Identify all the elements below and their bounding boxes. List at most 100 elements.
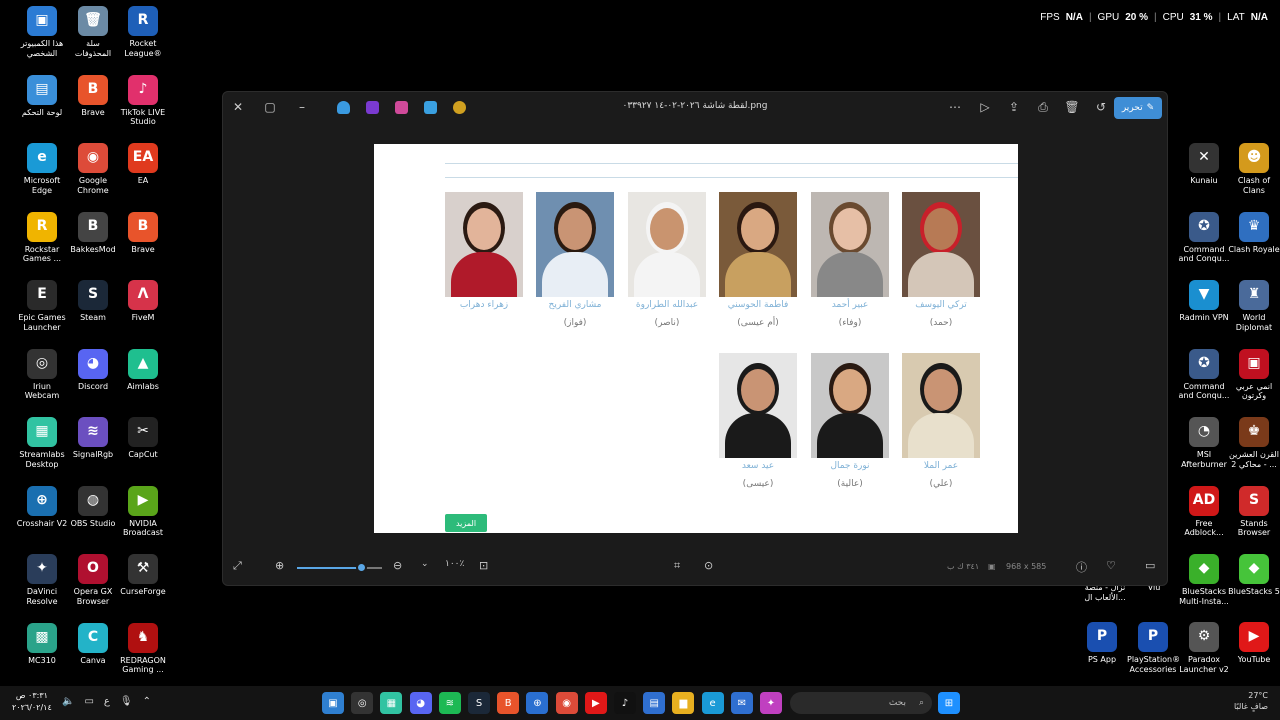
cast-card[interactable]: مشاري الفريح (فواز) xyxy=(536,192,614,328)
cast-photo[interactable] xyxy=(902,192,980,297)
cast-name[interactable]: فاطمة الحوسني xyxy=(719,300,797,310)
desktop-icon[interactable]: ◆ BlueStacks Multi-Insta... xyxy=(1178,554,1230,606)
favorite-button[interactable]: ♡ xyxy=(1106,559,1116,572)
desktop-icon[interactable]: ▩ MC310 xyxy=(16,622,68,666)
network-icon[interactable]: ▭ xyxy=(84,696,93,707)
zoom-level[interactable]: ١٠٠٪ xyxy=(445,559,464,569)
edit-button[interactable]: تحرير ✎ xyxy=(1114,97,1162,119)
cast-name[interactable]: عيد سعد xyxy=(719,461,797,471)
desktop-icon[interactable]: Λ FiveM xyxy=(117,280,169,323)
input-language[interactable]: ع xyxy=(104,696,110,707)
start-button[interactable]: ⊞ xyxy=(938,692,960,714)
desktop-icon[interactable]: ✂ CapCut xyxy=(117,417,169,460)
desktop-icon[interactable]: ♜ World Diplomat xyxy=(1228,280,1280,332)
taskbar-search[interactable]: بحث ⌕ xyxy=(790,692,932,714)
fit-screen-button[interactable]: ⊡ xyxy=(479,559,488,572)
cast-card[interactable]: عيد سعد (عيسى) xyxy=(719,353,797,489)
more-button[interactable]: المزيد xyxy=(445,514,487,532)
chevron-up-icon[interactable]: ⌃ xyxy=(143,696,151,707)
taskbar-app-store[interactable]: ▤ xyxy=(643,692,666,714)
desktop-icon[interactable]: ♪ TikTok LIVE Studio xyxy=(117,74,169,127)
cast-photo[interactable] xyxy=(902,353,980,458)
taskbar-app-discord[interactable]: ◕ xyxy=(409,692,432,714)
desktop-icon[interactable]: S Stands Browser xyxy=(1228,485,1280,538)
desktop-icon[interactable]: ▼ Radmin VPN xyxy=(1178,280,1230,323)
desktop-icon[interactable]: R Rockstar Games ... xyxy=(16,211,68,264)
cast-card[interactable]: عبير أحمد (وفاء) xyxy=(811,192,889,328)
cast-photo[interactable] xyxy=(445,192,523,297)
desktop-icon[interactable]: ▤ لوحة التحكم xyxy=(16,74,68,118)
desktop-icon[interactable]: ☻ Clash of Clans xyxy=(1228,143,1280,195)
desktop-icon[interactable]: ⚒ CurseForge xyxy=(117,554,169,597)
cast-name[interactable]: تركي اليوسف xyxy=(902,300,980,310)
zoom-dropdown[interactable]: ⌄ xyxy=(421,559,429,569)
desktop-icon[interactable]: C Canva xyxy=(67,622,119,666)
desktop-icon[interactable]: B Brave xyxy=(117,211,169,255)
weather-widget[interactable]: 27°C صافٍ غالبًا xyxy=(1234,690,1268,712)
desktop-icon[interactable]: ◍ OBS Studio xyxy=(67,485,119,529)
taskbar-clock[interactable]: ٠٣:٣١ ص ٢٠٢٦/٠٢/١٤ xyxy=(12,690,52,714)
desktop-icon[interactable]: ≋ SignalRgb xyxy=(67,417,119,460)
share-button[interactable]: ⇪ xyxy=(1003,98,1025,116)
volume-icon[interactable]: 🔈 xyxy=(62,696,74,707)
desktop-icon[interactable]: ◉ Google Chrome xyxy=(67,143,119,195)
taskbar-app-steam[interactable]: S xyxy=(468,692,490,714)
delete-button[interactable]: 🗑 xyxy=(1061,98,1083,116)
desktop-icon[interactable]: ◕ Discord xyxy=(67,348,119,392)
cast-name[interactable]: عبدالله الطراروة xyxy=(628,300,706,310)
taskbar-app-photos[interactable]: ▣ xyxy=(322,692,344,714)
desktop-icon[interactable]: ♞ REDRAGON Gaming ... xyxy=(117,622,169,675)
desktop-icon[interactable]: EA EA xyxy=(117,143,169,186)
cast-card[interactable]: تركي اليوسف (حمد) xyxy=(902,192,980,328)
desktop-icon[interactable]: ◆ BlueStacks 5 xyxy=(1228,554,1280,597)
desktop-icon[interactable]: ✦ DaVinci Resolve xyxy=(16,554,68,606)
desktop-icon[interactable]: E Epic Games Launcher xyxy=(16,280,68,332)
desktop-icon[interactable]: ▣ انمي عربي وكرتون xyxy=(1228,348,1280,401)
photos-window[interactable]: ✕ ▢ – لقطة شاشة ٢٠٢٦-٠٢-١٤ ٠٣٣٩٢٧.png ⋯ … xyxy=(222,91,1168,586)
cast-card[interactable]: نورة جمال (عالية) xyxy=(811,353,889,489)
desktop-icon[interactable]: ▣ هذا الكمبيوتر الشخصي xyxy=(16,6,68,58)
visual-search-button[interactable]: ⌗ xyxy=(674,559,680,573)
cast-photo[interactable] xyxy=(536,192,614,297)
desktop-icon[interactable]: ⚙ Paradox Launcher v2 xyxy=(1178,622,1230,674)
desktop-icon[interactable]: AD Free Adblock... xyxy=(1178,485,1230,538)
desktop-icon[interactable]: ✪ Command and Conqu... xyxy=(1178,348,1230,401)
cast-name[interactable]: زهراء دهراب xyxy=(445,300,523,310)
more-options-button[interactable]: ⋯ xyxy=(944,98,966,116)
info-button[interactable]: ⓘ xyxy=(1076,559,1087,575)
taskbar-app-copilot[interactable]: ✦ xyxy=(760,692,782,714)
desktop-icon[interactable]: P PS App xyxy=(1076,622,1128,665)
taskbar-app-mail[interactable]: ✉ xyxy=(730,692,753,714)
zoom-out-button[interactable]: ⊖ xyxy=(393,559,402,572)
print-button[interactable]: ⎙ xyxy=(1032,98,1054,116)
microphone-icon[interactable]: 🎙 xyxy=(120,696,133,707)
taskbar-app-brave[interactable]: B xyxy=(497,692,520,714)
desktop-icon[interactable]: ♛ Clash Royale xyxy=(1228,211,1280,255)
cast-photo[interactable] xyxy=(811,192,889,297)
desktop-icon[interactable]: S Steam xyxy=(67,280,119,323)
desktop-icon[interactable]: ▲ Aimlabs xyxy=(117,348,169,392)
taskbar-app-steelseries[interactable]: ◎ xyxy=(351,692,374,714)
filmstrip-button[interactable]: ▭ xyxy=(1145,559,1155,572)
desktop-icon[interactable]: ◔ MSI Afterburner xyxy=(1178,417,1230,469)
cast-name[interactable]: عبير أحمد xyxy=(811,300,889,310)
cast-card[interactable]: فاطمة الحوسني (أم عيسى) xyxy=(719,192,797,328)
desktop-icon[interactable]: ◎ Iriun Webcam xyxy=(16,348,68,401)
cast-name[interactable]: نورة جمال xyxy=(811,461,889,471)
taskbar-app-youtube[interactable]: ▶ xyxy=(584,692,607,714)
desktop-icon[interactable]: O Opera GX Browser xyxy=(67,554,119,606)
desktop-icon[interactable]: P PlayStation® Accessories xyxy=(1127,622,1180,674)
zoom-in-button[interactable]: ⊕ xyxy=(275,559,284,572)
desktop-icon[interactable]: B Brave xyxy=(67,74,119,118)
cast-photo[interactable] xyxy=(719,192,797,297)
desktop-icon[interactable]: ▶ NVIDIA Broadcast xyxy=(117,485,169,538)
desktop-icon[interactable]: ⊕ Crosshair V2 xyxy=(16,485,68,529)
desktop-icon[interactable]: ✕ Kunaiu xyxy=(1178,143,1230,186)
taskbar-app-streamlabs[interactable]: ▦ xyxy=(380,692,403,714)
cast-photo[interactable] xyxy=(811,353,889,458)
desktop-icon[interactable]: ✪ Command and Conqu... xyxy=(1178,211,1230,264)
taskbar-app-explorer[interactable]: ▆ xyxy=(672,692,695,714)
cast-card[interactable]: زهراء دهراب xyxy=(445,192,523,318)
desktop-icon[interactable]: ▶ YouTube xyxy=(1228,622,1280,665)
desktop-icon[interactable]: R Rocket League® xyxy=(117,6,169,58)
